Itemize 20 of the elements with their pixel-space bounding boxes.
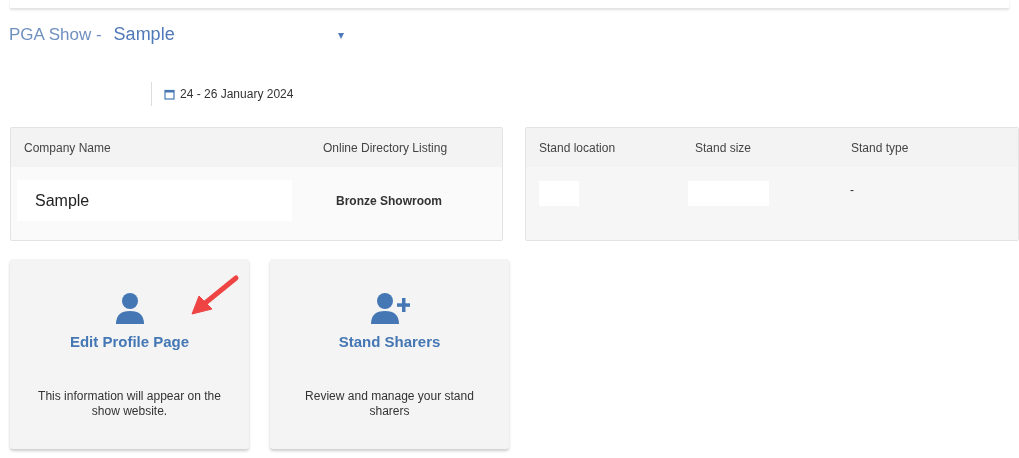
column-header: Company Name [24, 139, 112, 157]
page-title-prefix: PGA Show - [9, 23, 102, 46]
card-title: Edit Profile Page [69, 332, 190, 352]
calendar-icon [164, 88, 175, 100]
person-icon [114, 292, 145, 324]
company-name-value: Sample [17, 180, 292, 221]
card-title: Stand Sharers [338, 332, 441, 352]
listing-value: Bronze Showroom [336, 192, 442, 210]
action-card[interactable]: Stand Sharers Review and manage your stand sharers [270, 259, 509, 449]
stand-type-value: - [850, 182, 854, 199]
column-header: Online Directory Listing [323, 139, 448, 157]
column-header: Stand location [539, 139, 617, 157]
event-dates: 24 - 26 January 2024 [180, 86, 294, 103]
card-description: Review and manage your stand sharers [304, 388, 475, 419]
show-selector[interactable]: Sample ▾ [113, 21, 344, 48]
card-description: This information will appear on the show website. [37, 388, 222, 419]
action-card[interactable]: Edit Profile Page This information will appear on the show website. [10, 259, 249, 449]
column-header: Stand size [695, 139, 753, 157]
column-header: Stand type [851, 139, 909, 157]
person-plus-icon [369, 292, 410, 324]
